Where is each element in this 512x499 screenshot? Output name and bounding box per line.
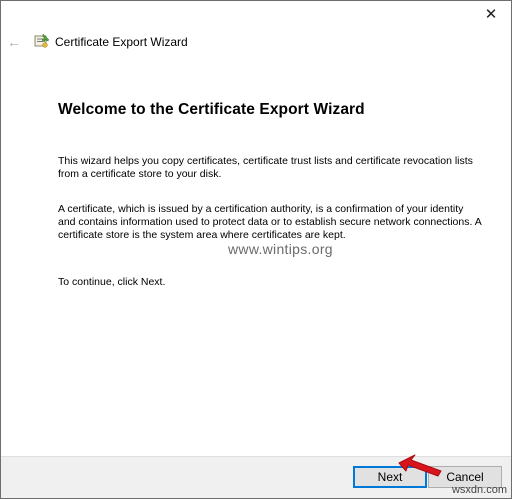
wizard-header: ← Certificate Export Wizard: [1, 29, 511, 57]
wizard-title: Certificate Export Wizard: [55, 35, 188, 49]
back-arrow-icon: ←: [7, 34, 21, 50]
certificate-wizard-icon: [34, 33, 50, 48]
wizard-window: ✕ ← Certificate Export Wizard Welcome to…: [0, 0, 512, 499]
continue-instruction: To continue, click Next.: [58, 276, 166, 288]
close-icon: ✕: [484, 6, 498, 23]
page-title: Welcome to the Certificate Export Wizard: [58, 101, 365, 118]
back-arrow-button[interactable]: ←: [6, 34, 22, 50]
close-button[interactable]: ✕: [479, 3, 503, 25]
certificate-description-paragraph: A certificate, which is issued by a cert…: [58, 203, 482, 241]
watermark-text: www.wintips.org: [228, 241, 333, 257]
wizard-content: Welcome to the Certificate Export Wizard…: [58, 101, 481, 288]
site-watermark: wsxdn.com: [451, 484, 507, 496]
red-pointer-arrow-icon: [398, 454, 442, 477]
intro-paragraph: This wizard helps you copy certificates,…: [58, 155, 473, 180]
